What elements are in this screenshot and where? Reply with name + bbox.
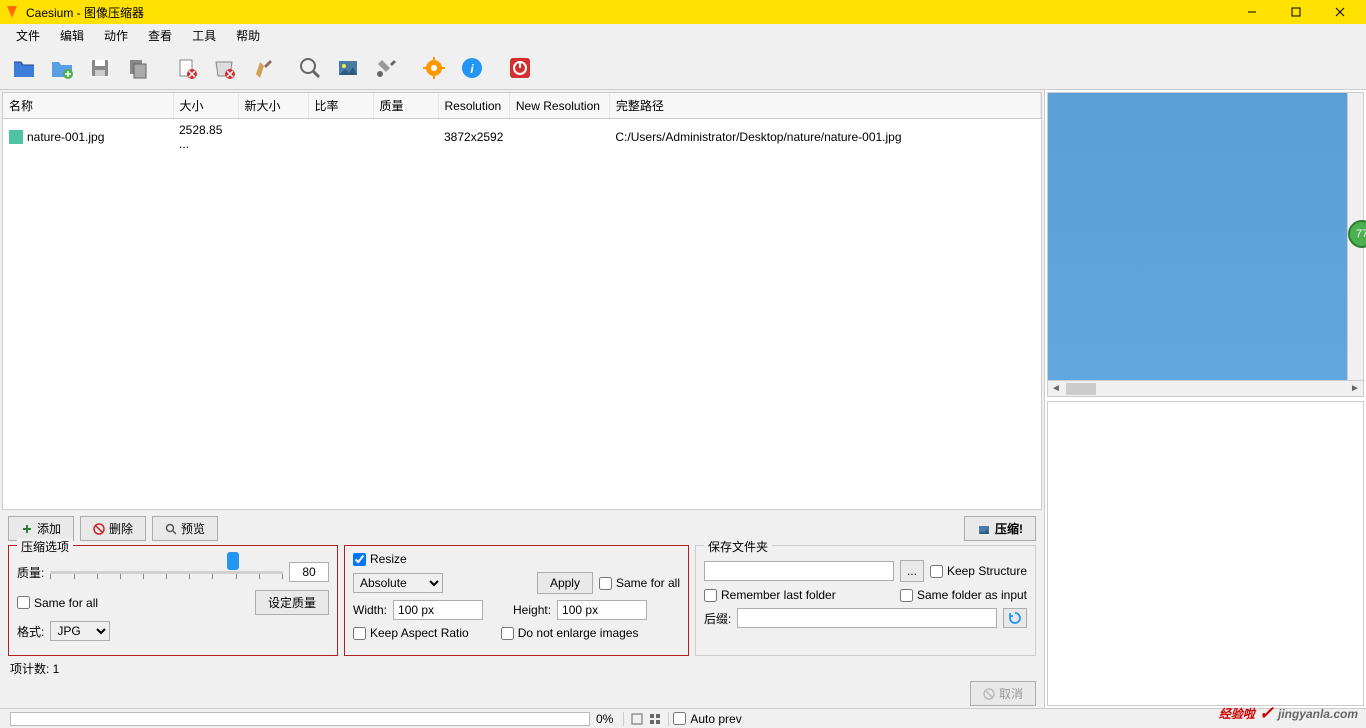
cell-name: nature-001.jpg [27, 130, 104, 144]
cell-newresolution [509, 119, 609, 156]
window-title: Caesium - 图像压缩器 [26, 4, 1230, 21]
col-ratio[interactable]: 比率 [308, 93, 373, 119]
menu-bar: 文件 编辑 动作 查看 工具 帮助 [0, 24, 1366, 46]
same-for-all-quality[interactable]: Same for all [17, 596, 98, 610]
col-name[interactable]: 名称 [3, 93, 173, 119]
app-icon [4, 4, 20, 20]
auto-preview-checkbox[interactable]: Auto prev [673, 712, 741, 726]
suffix-input[interactable] [737, 608, 997, 628]
menu-view[interactable]: 查看 [138, 25, 182, 46]
file-type-icon [9, 130, 23, 144]
save-panel-title: 保存文件夹 [704, 538, 772, 555]
cell-newsize [238, 119, 308, 156]
preview-compressed-pane [1047, 401, 1364, 706]
menu-edit[interactable]: 编辑 [50, 25, 94, 46]
title-bar: Caesium - 图像压缩器 [0, 0, 1366, 24]
actual-size-icon[interactable] [647, 711, 663, 727]
resize-mode-select[interactable]: Absolute [353, 573, 443, 593]
power-icon[interactable] [502, 50, 538, 86]
browse-button[interactable]: ... [900, 560, 924, 582]
col-resolution[interactable]: Resolution [438, 93, 509, 119]
progress-bar [10, 712, 590, 726]
info-icon[interactable]: i [454, 50, 490, 86]
cell-ratio [308, 119, 373, 156]
keep-aspect-checkbox[interactable]: Keep Aspect Ratio [353, 626, 469, 640]
quality-slider[interactable] [50, 560, 283, 584]
fit-window-icon[interactable] [629, 711, 645, 727]
status-bar: 0% Auto prev [0, 708, 1366, 728]
save-icon[interactable] [82, 50, 118, 86]
file-table[interactable]: 名称 大小 新大小 比率 质量 Resolution New Resolutio… [2, 92, 1042, 510]
add-folder-icon[interactable] [44, 50, 80, 86]
set-quality-button[interactable]: 设定质量 [255, 590, 329, 615]
scroll-right-icon[interactable]: ► [1347, 381, 1363, 397]
cell-fullpath: C:/Users/Administrator/Desktop/nature/na… [609, 119, 1040, 156]
preview-hscrollbar[interactable]: ◄ ► [1048, 380, 1363, 396]
width-label: Width: [353, 603, 387, 617]
format-label: 格式: [17, 623, 44, 640]
image-edit-icon[interactable] [330, 50, 366, 86]
gear-icon[interactable] [416, 50, 452, 86]
scroll-left-icon[interactable]: ◄ [1048, 381, 1064, 397]
height-label: Height: [513, 603, 551, 617]
close-button[interactable] [1318, 0, 1362, 24]
menu-tools[interactable]: 工具 [182, 25, 226, 46]
delete-button[interactable]: 删除 [80, 516, 146, 541]
compress-button[interactable]: 压缩! [964, 516, 1036, 541]
preview-image [1048, 93, 1363, 396]
watermark: 经验啦 ✓ jingyanla.com [1219, 703, 1358, 724]
col-newresolution[interactable]: New Resolution [509, 93, 609, 119]
minimize-button[interactable] [1230, 0, 1274, 24]
cell-resolution: 3872x2592 [438, 119, 509, 156]
same-for-all-resize[interactable]: Same for all [599, 576, 680, 590]
apply-button[interactable]: Apply [537, 572, 593, 594]
suffix-label: 后缀: [704, 610, 731, 627]
resize-panel: Resize Absolute Apply Same for all Width… [344, 545, 689, 656]
no-enlarge-checkbox[interactable]: Do not enlarge images [501, 626, 639, 640]
output-path-input[interactable] [704, 561, 894, 581]
format-select[interactable]: JPG [50, 621, 110, 641]
remember-last-checkbox[interactable]: Remember last folder [704, 588, 836, 602]
menu-file[interactable]: 文件 [6, 25, 50, 46]
progress-percent: 0% [596, 712, 613, 726]
cell-size: 2528.85 ... [173, 119, 238, 156]
open-file-icon[interactable] [6, 50, 42, 86]
quality-spinbox[interactable] [289, 562, 329, 582]
compress-options-panel: 压缩选项 质量: Same for all 设定质量 格式: JP [8, 545, 338, 656]
width-spinbox[interactable] [393, 600, 483, 620]
keep-structure-checkbox[interactable]: Keep Structure [930, 564, 1027, 578]
preview-button[interactable]: 预览 [152, 516, 218, 541]
col-newsize[interactable]: 新大小 [238, 93, 308, 119]
item-count-label: 项计数: 1 [0, 658, 1044, 679]
menu-help[interactable]: 帮助 [226, 25, 270, 46]
quality-label: 质量: [17, 564, 44, 581]
reset-suffix-button[interactable] [1003, 608, 1027, 628]
col-quality[interactable]: 质量 [373, 93, 438, 119]
copy-icon[interactable] [120, 50, 156, 86]
remove-item-icon[interactable] [168, 50, 204, 86]
save-folder-panel: 保存文件夹 ... Keep Structure Remember last f… [695, 545, 1036, 656]
cell-quality [373, 119, 438, 156]
table-row[interactable]: nature-001.jpg 2528.85 ... 3872x2592 C:/… [3, 119, 1041, 156]
clear-list-icon[interactable] [244, 50, 280, 86]
same-folder-checkbox[interactable]: Same folder as input [900, 588, 1027, 602]
remove-from-list-icon[interactable] [206, 50, 242, 86]
preview-original-pane: ◄ ► [1047, 92, 1364, 397]
zoom-icon[interactable] [292, 50, 328, 86]
col-size[interactable]: 大小 [173, 93, 238, 119]
height-spinbox[interactable] [557, 600, 647, 620]
toolbar: i [0, 46, 1366, 90]
resize-checkbox[interactable]: Resize [353, 552, 407, 566]
col-fullpath[interactable]: 完整路径 [609, 93, 1040, 119]
compress-panel-title: 压缩选项 [17, 538, 73, 555]
maximize-button[interactable] [1274, 0, 1318, 24]
cancel-button[interactable]: 取消 [970, 681, 1036, 706]
menu-action[interactable]: 动作 [94, 25, 138, 46]
settings-icon[interactable] [368, 50, 404, 86]
